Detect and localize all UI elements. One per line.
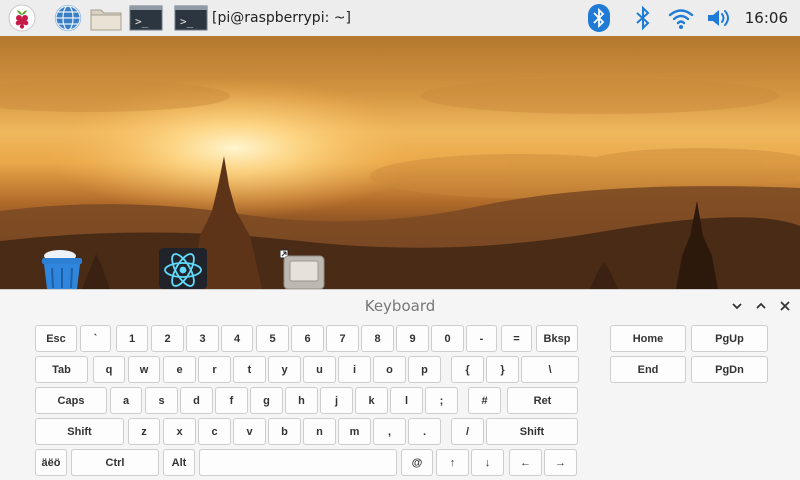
key-shift-r3c11[interactable]: Shift	[486, 418, 578, 445]
key-pgdn[interactable]: PgDn	[691, 356, 768, 383]
terminal-task-button[interactable]: >_ [pi@raspberrypi: ~]	[174, 3, 351, 33]
key-hash-r2c11[interactable]: #	[468, 387, 501, 414]
key-w-r1c2[interactable]: w	[128, 356, 160, 383]
terminal-launcher-icon[interactable]: >_	[128, 2, 164, 34]
key-y-r1c6[interactable]: y	[268, 356, 301, 383]
key-s-r2c2[interactable]: s	[145, 387, 178, 414]
key-caps-r2c0[interactable]: Caps	[35, 387, 107, 414]
key-k-r2c8[interactable]: k	[355, 387, 388, 414]
chevron-down-icon	[732, 303, 742, 310]
minimize-button[interactable]	[728, 297, 746, 315]
terminal-icon: >_	[174, 5, 208, 31]
key-t-r1c5[interactable]: t	[233, 356, 266, 383]
key-arrow-left-r4c7[interactable]: ←	[509, 449, 542, 476]
close-button[interactable]	[776, 297, 794, 315]
wallpaper-scene	[0, 78, 800, 289]
taskbar: >_ >_ [pi@raspberrypi: ~] 16:06	[0, 0, 800, 36]
key-b-r3c5[interactable]: b	[268, 418, 301, 445]
bluetooth-status-icon[interactable]	[632, 2, 654, 34]
key-esc-r0c0[interactable]: Esc	[35, 325, 77, 352]
key-open-brace-r1c11[interactable]: {	[451, 356, 484, 383]
key-i-r1c8[interactable]: i	[338, 356, 371, 383]
key-r-r1c4[interactable]: r	[198, 356, 231, 383]
key-arrow-up-r4c5[interactable]: ↑	[436, 449, 469, 476]
key-backtick-r0c1[interactable]: `	[80, 325, 111, 352]
key-a-r2c1[interactable]: a	[110, 387, 142, 414]
clock[interactable]: 16:06	[745, 0, 788, 36]
key-f-r2c4[interactable]: f	[215, 387, 248, 414]
key-x-r3c2[interactable]: x	[163, 418, 196, 445]
key-d-r2c3[interactable]: d	[180, 387, 213, 414]
key-alt-r4c2[interactable]: Alt	[163, 449, 195, 476]
key-pgup[interactable]: PgUp	[691, 325, 768, 352]
key-arrow-right-r4c8[interactable]: →	[544, 449, 577, 476]
key-j-r2c7[interactable]: j	[320, 387, 353, 414]
key-7-r0c8[interactable]: 7	[326, 325, 359, 352]
key-slash-r3c10[interactable]: /	[451, 418, 484, 445]
key-2-r0c3[interactable]: 2	[151, 325, 184, 352]
key-8-r0c9[interactable]: 8	[361, 325, 394, 352]
key-period-r3c9[interactable]: .	[408, 418, 441, 445]
key-semicolon-r2c10[interactable]: ;	[425, 387, 458, 414]
terminal-task-label: [pi@raspberrypi: ~]	[212, 10, 351, 26]
window-title: Keyboard	[364, 297, 436, 315]
key-o-r1c9[interactable]: o	[373, 356, 406, 383]
raspberry-menu-icon[interactable]	[6, 2, 38, 34]
svg-text:>_: >_	[180, 15, 194, 28]
key-u-r1c7[interactable]: u	[303, 356, 336, 383]
key-space-r4c3[interactable]	[199, 449, 397, 476]
key-h-r2c6[interactable]: h	[285, 387, 318, 414]
key-1-r0c2[interactable]: 1	[116, 325, 148, 352]
key-arrow-down-r4c6[interactable]: ↓	[471, 449, 504, 476]
key-m-r3c7[interactable]: m	[338, 418, 371, 445]
key-equals-r0c13[interactable]: =	[501, 325, 532, 352]
key-p-r1c10[interactable]: p	[408, 356, 441, 383]
key-c-r3c3[interactable]: c	[198, 418, 231, 445]
key-e-r1c3[interactable]: e	[163, 356, 196, 383]
key-backslash-r1c13[interactable]: \	[521, 356, 579, 383]
key-l-r2c9[interactable]: l	[390, 387, 423, 414]
key-9-r0c10[interactable]: 9	[396, 325, 429, 352]
key-q-r1c1[interactable]: q	[93, 356, 125, 383]
key-n-r3c6[interactable]: n	[303, 418, 336, 445]
key-5-r0c6[interactable]: 5	[256, 325, 289, 352]
web-browser-icon[interactable]	[52, 2, 84, 34]
maximize-button[interactable]	[752, 297, 770, 315]
desktop-wallpaper	[0, 36, 800, 289]
key-4-r0c5[interactable]: 4	[221, 325, 253, 352]
key-home[interactable]: Home	[610, 325, 686, 352]
key-z-r3c1[interactable]: z	[128, 418, 160, 445]
onscreen-keyboard-window: Keyboard Esc ` 1 2 3 4 5 6 7 8 9 0- = Bksp Tab q w e r t y u i…	[0, 289, 800, 480]
key-at-r4c4[interactable]: @	[401, 449, 433, 476]
key-ret-r2c12[interactable]: Ret	[507, 387, 578, 414]
svg-text:>_: >_	[135, 15, 149, 28]
key-ctrl-r4c1[interactable]: Ctrl	[71, 449, 159, 476]
key-comma-r3c8[interactable]: ,	[373, 418, 406, 445]
volume-icon[interactable]	[704, 2, 734, 34]
file-manager-icon[interactable]	[88, 2, 124, 34]
key-shift-r3c0[interactable]: Shift	[35, 418, 124, 445]
key-close-brace-r1c12[interactable]: }	[486, 356, 519, 383]
react-app-icon[interactable]	[159, 248, 207, 289]
disk-drive-icon[interactable]	[279, 248, 328, 289]
key-tab-r1c0[interactable]: Tab	[35, 356, 88, 383]
bluetooth-icon[interactable]	[586, 2, 612, 34]
key-minus-r0c12[interactable]: -	[466, 325, 497, 352]
trash-icon[interactable]	[38, 246, 86, 289]
key-accents-r4c0[interactable]: äëö	[35, 449, 67, 476]
key-g-r2c5[interactable]: g	[250, 387, 283, 414]
key-bksp-r0c14[interactable]: Bksp	[536, 325, 578, 352]
key-v-r3c4[interactable]: v	[233, 418, 266, 445]
chevron-up-icon	[756, 302, 766, 309]
key-3-r0c4[interactable]: 3	[186, 325, 219, 352]
key-6-r0c7[interactable]: 6	[291, 325, 324, 352]
wifi-icon[interactable]	[666, 2, 696, 34]
close-icon	[780, 301, 790, 311]
key-0-r0c11[interactable]: 0	[431, 325, 464, 352]
key-end[interactable]: End	[610, 356, 686, 383]
